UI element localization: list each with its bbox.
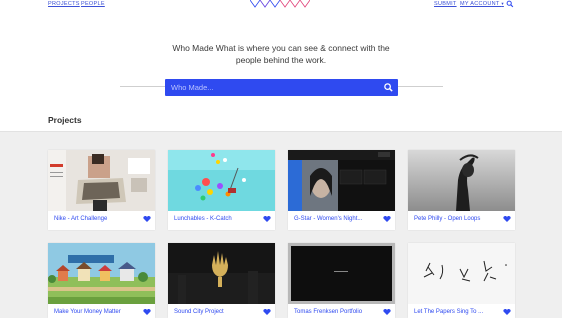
heart-icon[interactable] [263,309,271,315]
project-card[interactable]: Nike - Art Challenge [48,150,155,230]
search-icon[interactable] [506,0,514,8]
project-title[interactable]: Let The Papers Sing To ... [414,309,483,315]
project-title[interactable]: Make Your Money Matter [54,309,121,315]
project-title[interactable]: Tomas Frenksen Portfolio [294,309,362,315]
projects-section-title: Projects [48,115,82,125]
project-title[interactable]: Nike - Art Challenge [54,216,107,222]
heart-icon[interactable] [383,216,391,222]
top-bar: PROJECTS PEOPLE SUBMIT MY ACCOUNT ▾ [0,0,562,10]
divider-right [398,86,443,87]
project-thumbnail[interactable] [48,243,155,304]
heart-icon[interactable] [143,216,151,222]
divider-left [120,86,165,87]
project-card[interactable]: G-Star - Women's Night... [288,150,395,230]
project-thumbnail[interactable] [168,243,275,304]
heart-icon[interactable] [503,309,511,315]
heart-icon[interactable] [503,216,511,222]
hero-tagline: Who Made What is where you can see & con… [172,43,390,65]
project-thumbnail[interactable] [288,150,395,211]
project-thumbnail[interactable] [168,150,275,211]
chevron-down-icon: ▾ [501,1,504,6]
project-title[interactable]: Pete Philly - Open Loops [414,216,480,222]
my-account-label: MY ACCOUNT [460,1,500,7]
project-thumbnail[interactable] [408,150,515,211]
hero-search-bar [165,79,398,96]
project-thumbnail[interactable] [408,243,515,304]
project-title[interactable]: Lunchables - K-Catch [174,216,232,222]
heart-icon[interactable] [143,309,151,315]
nav-projects-link[interactable]: PROJECTS [48,1,80,7]
project-title[interactable]: Sound City Project [174,309,224,315]
heart-icon[interactable] [263,216,271,222]
whomadewhat-logo[interactable] [250,0,310,8]
search-button-icon[interactable] [383,82,394,93]
project-thumbnail[interactable] [48,150,155,211]
project-title[interactable]: G-Star - Women's Night... [294,216,362,222]
hero-search-input[interactable] [171,81,371,94]
project-card[interactable]: Tomas Frenksen Portfolio [288,243,395,318]
nav-submit-link[interactable]: SUBMIT [434,1,457,7]
project-card[interactable]: Pete Philly - Open Loops [408,150,515,230]
project-thumbnail[interactable] [288,243,395,304]
project-card[interactable]: Lunchables - K-Catch [168,150,275,230]
nav-my-account-link[interactable]: MY ACCOUNT ▾ [460,1,504,7]
project-card[interactable]: Make Your Money Matter [48,243,155,318]
project-card[interactable]: Let The Papers Sing To ... [408,243,515,318]
heart-icon[interactable] [383,309,391,315]
project-card[interactable]: Sound City Project [168,243,275,318]
nav-people-link[interactable]: PEOPLE [81,1,105,7]
